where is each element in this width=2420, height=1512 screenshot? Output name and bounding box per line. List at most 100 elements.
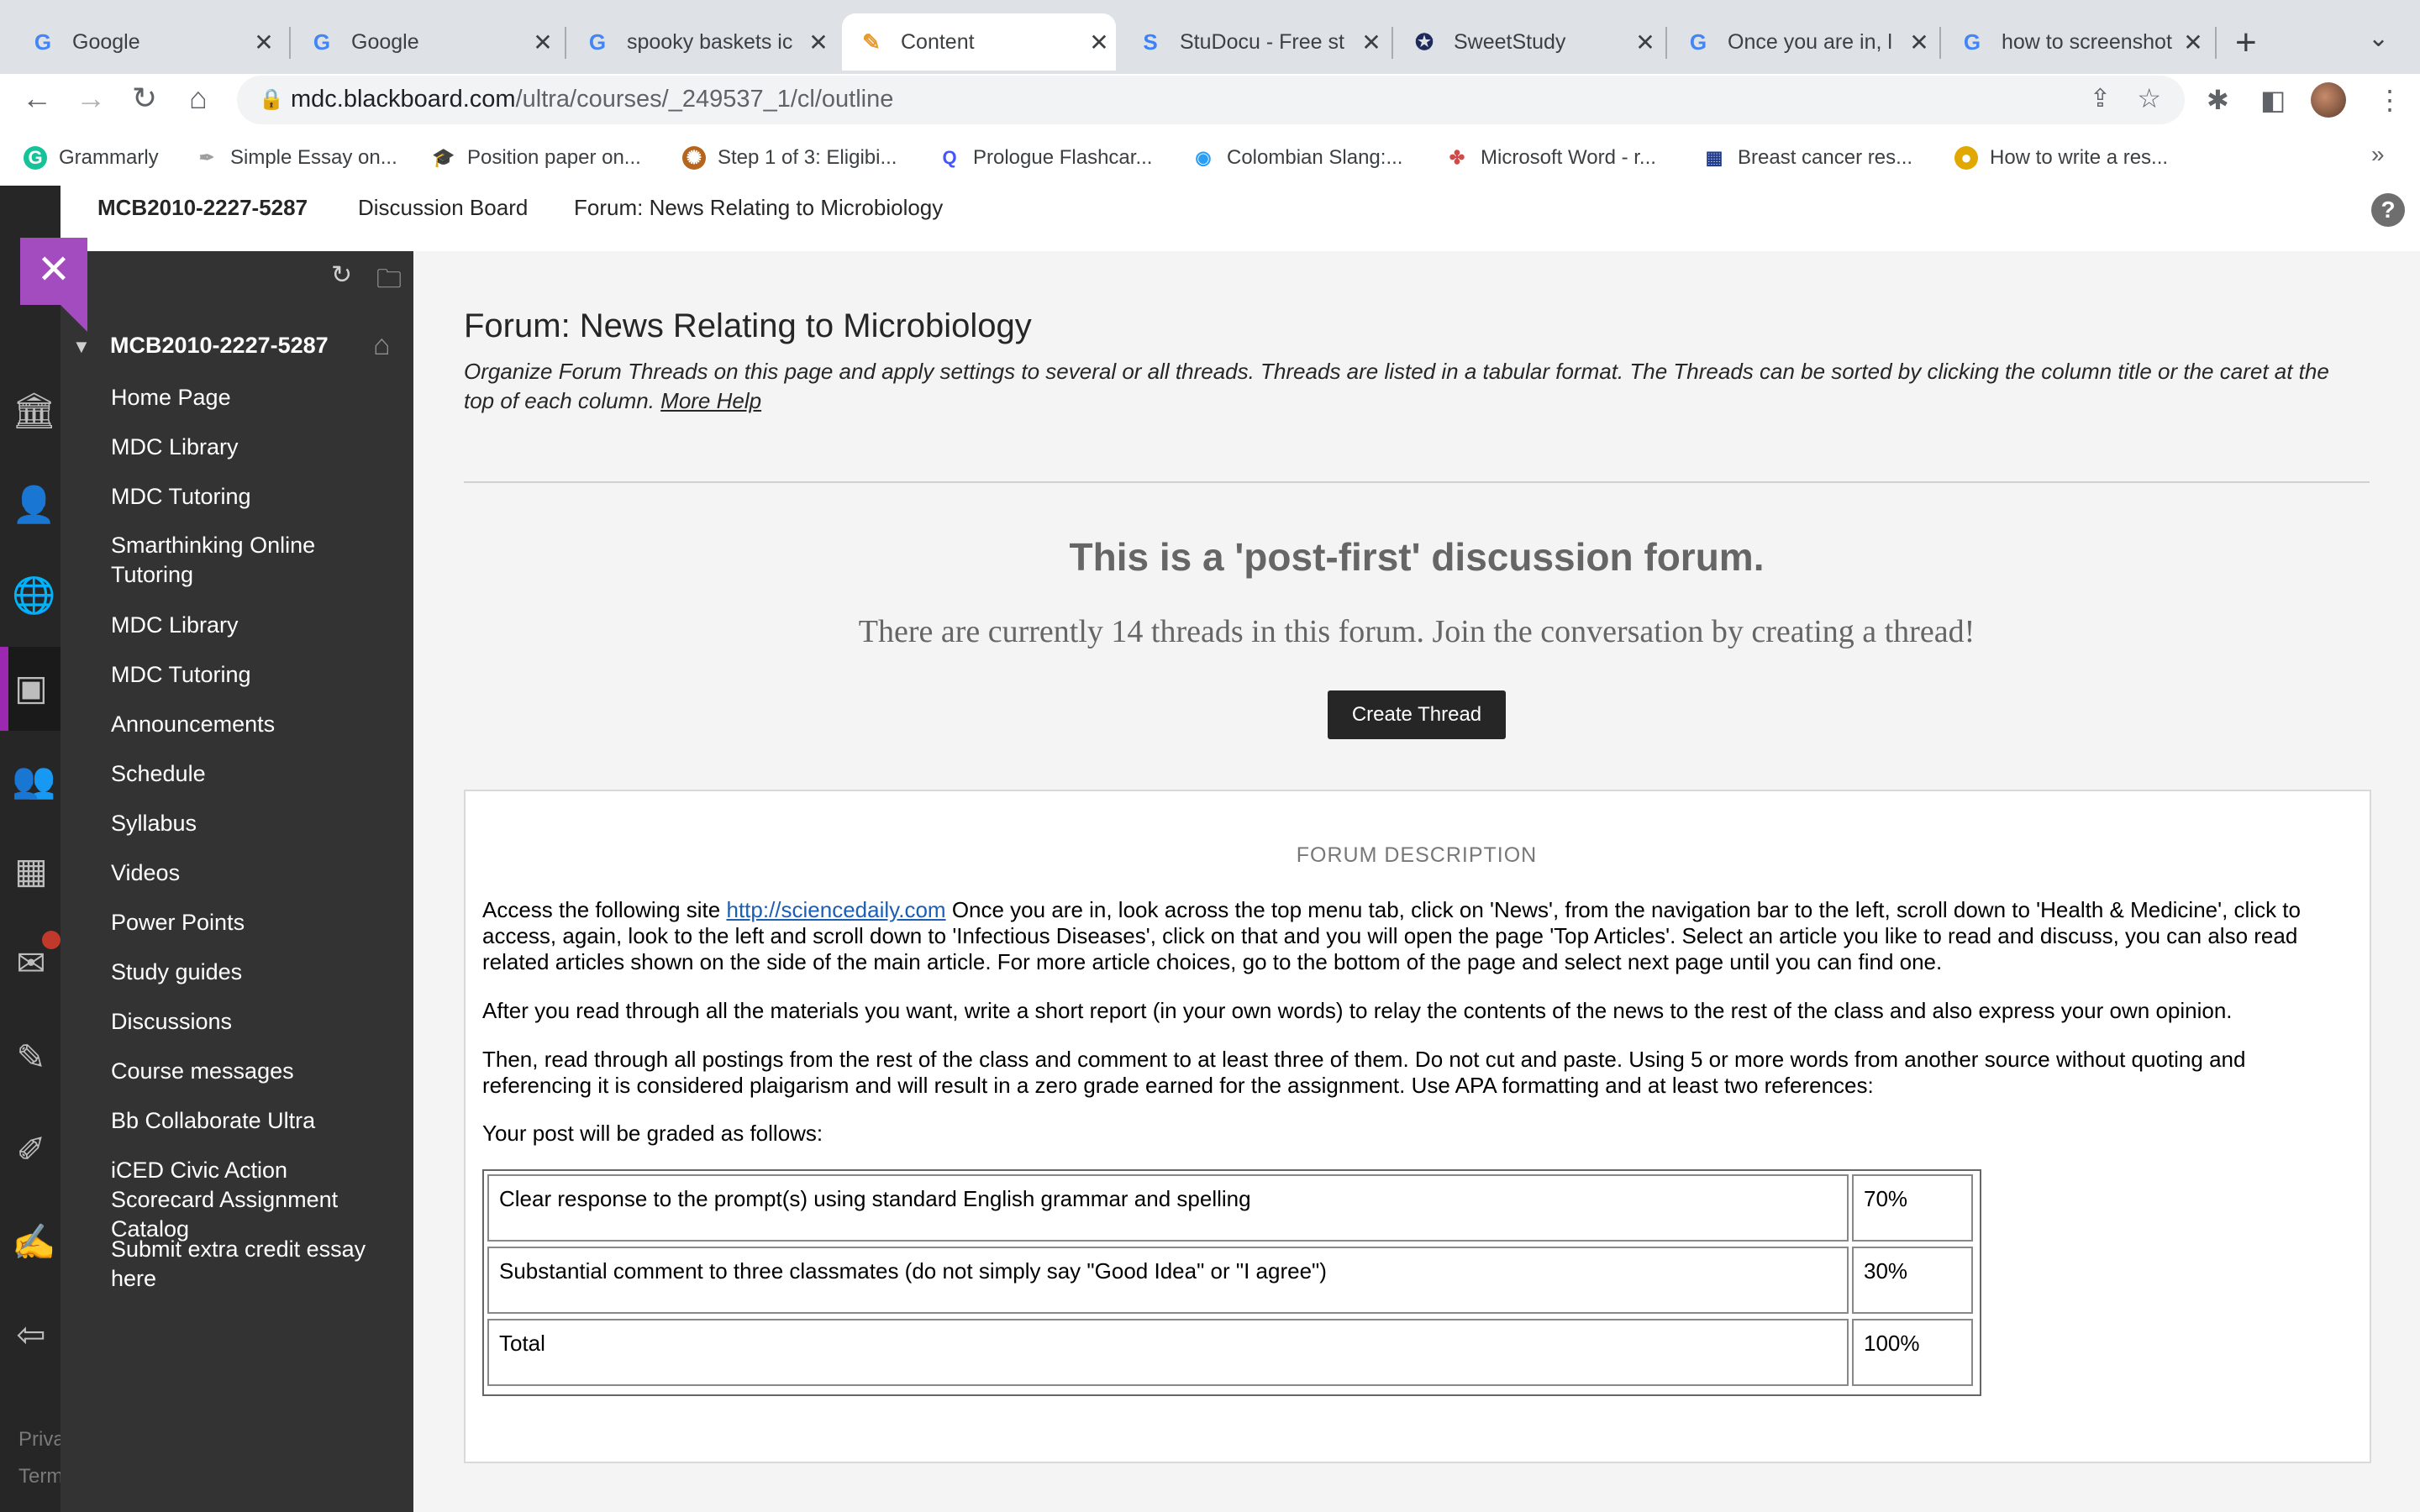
seal-icon: ✺: [682, 146, 706, 170]
tools-icon[interactable]: ✐: [12, 1131, 50, 1169]
table-cell: 70%: [1852, 1174, 1973, 1242]
google-icon: G: [34, 29, 52, 55]
sign-out-icon[interactable]: ⇦: [12, 1315, 50, 1354]
browser-tab[interactable]: ✪ SweetStudy ✕: [1395, 13, 1662, 71]
new-tab-icon[interactable]: +: [2235, 22, 2257, 64]
google-icon: G: [313, 29, 331, 55]
browser-tab[interactable]: S StuDocu - Free st ✕: [1121, 13, 1388, 71]
browser-tab[interactable]: G Once you are in, l ✕: [1669, 13, 1936, 71]
courses-icon[interactable]: ▣: [12, 669, 50, 707]
browser-tab[interactable]: G how to screenshot ✕: [1943, 13, 2210, 71]
bookmark-item[interactable]: G Grammarly: [24, 143, 159, 173]
profile-avatar[interactable]: [2311, 82, 2346, 118]
tab-separator: [565, 27, 566, 59]
edit-icon[interactable]: ✍: [12, 1223, 55, 1262]
menu-item-syllabus[interactable]: Syllabus: [111, 809, 397, 838]
close-tab-icon[interactable]: ✕: [802, 29, 835, 56]
quizlet-icon: Q: [942, 147, 957, 168]
organizations-icon[interactable]: 👥: [12, 761, 55, 800]
bookmarks-overflow[interactable]: »: [2371, 141, 2385, 168]
menu-item-iced-civic[interactable]: iCED Civic Action Scorecard Assignment C…: [111, 1156, 397, 1244]
breadcrumb-discussion-board[interactable]: Discussion Board: [358, 195, 528, 221]
menu-item-discussions[interactable]: Discussions: [111, 1007, 397, 1037]
browser-tab[interactable]: G spooky baskets ic ✕: [568, 13, 835, 71]
menu-item-bb-collaborate[interactable]: Bb Collaborate Ultra: [111, 1106, 397, 1136]
page-title: Forum: News Relating to Microbiology: [464, 307, 1032, 344]
create-thread-button[interactable]: Create Thread: [1328, 690, 1506, 739]
bookmark-item[interactable]: ▦ Breast cancer res...: [1702, 143, 1912, 173]
bookmark-label: Position paper on...: [467, 146, 641, 169]
close-tab-icon[interactable]: ✕: [2176, 29, 2210, 56]
star-icon[interactable]: ☆: [2137, 82, 2161, 114]
menu-item-smarthinking[interactable]: Smarthinking Online Tutoring: [111, 531, 397, 590]
grades-icon[interactable]: ✎: [12, 1038, 50, 1077]
privacy-link[interactable]: Priva: [18, 1428, 65, 1452]
share-icon[interactable]: ⇪: [2090, 84, 2111, 113]
bookmark-item[interactable]: ✒ Simple Essay on...: [195, 143, 397, 173]
messages-badge: [42, 931, 60, 949]
grammarly-icon: G: [24, 146, 47, 170]
help-icon[interactable]: ?: [2371, 193, 2405, 227]
paragraph-text: Access the following site: [482, 897, 721, 922]
close-tab-icon[interactable]: ✕: [1082, 29, 1116, 56]
bookmark-item[interactable]: ◉ Colombian Slang:...: [1192, 143, 1402, 173]
url-text: mdc.blackboard.com/ultra/courses/_249537…: [291, 86, 893, 113]
reload-icon[interactable]: ↻: [124, 81, 165, 116]
bookmark-item[interactable]: 🎓 Position paper on...: [432, 143, 641, 173]
forward-arrow-icon[interactable]: →: [71, 81, 111, 116]
close-tab-icon[interactable]: ✕: [247, 29, 281, 56]
menu-item-course-messages[interactable]: Course messages: [111, 1057, 397, 1086]
browser-tab-active[interactable]: ✎ Content ✕: [842, 13, 1116, 71]
close-tab-icon[interactable]: ✕: [1355, 29, 1388, 56]
menu-item-power-points[interactable]: Power Points: [111, 908, 397, 937]
close-tab-icon[interactable]: ✕: [1902, 29, 1936, 56]
sciencedaily-link[interactable]: http://sciencedaily.com: [726, 897, 945, 922]
more-help-link[interactable]: More Help: [660, 388, 761, 413]
close-icon[interactable]: ✕: [20, 238, 87, 305]
institution-icon[interactable]: 🏛: [12, 391, 56, 430]
bookmark-item[interactable]: ● How to write a res...: [1954, 143, 2168, 173]
description-paragraph: Your post will be graded as follows:: [482, 1121, 823, 1146]
menu-item-mdc-tutoring[interactable]: MDC Tutoring: [111, 482, 397, 512]
bookmark-item[interactable]: ✤ Microsoft Word - r...: [1445, 143, 1656, 173]
terms-link[interactable]: Term: [18, 1465, 63, 1488]
messages-icon[interactable]: ✉: [12, 944, 50, 983]
table-cell: Clear response to the prompt(s) using st…: [487, 1174, 1849, 1242]
calendar-icon[interactable]: ▦: [12, 852, 50, 890]
description-paragraph: Then, read through all postings from the…: [482, 1047, 2246, 1098]
menu-item-home-page[interactable]: Home Page: [111, 383, 397, 412]
tab-title: Google: [72, 29, 140, 54]
url-host: mdc.blackboard.com: [291, 86, 516, 113]
menu-item-study-guides[interactable]: Study guides: [111, 958, 397, 987]
menu-item-mdc-library[interactable]: MDC Library: [111, 611, 397, 640]
bookmark-item[interactable]: ✺ Step 1 of 3: Eligibi...: [682, 143, 897, 173]
home-icon[interactable]: ⌂: [373, 329, 391, 362]
course-menu-title[interactable]: MCB2010-2227-5287: [110, 333, 329, 359]
profile-icon[interactable]: 👤: [12, 486, 55, 524]
folder-icon[interactable]: 🗀: [376, 260, 402, 303]
menu-item-mdc-library[interactable]: MDC Library: [111, 433, 397, 462]
browser-tab[interactable]: G Google ✕: [13, 13, 281, 71]
extensions-icon[interactable]: ✱: [2207, 84, 2229, 116]
bookmark-item[interactable]: Q Prologue Flashcar...: [938, 143, 1152, 173]
refresh-icon[interactable]: ↻: [331, 260, 352, 290]
address-bar[interactable]: 🔒 mdc.blackboard.com/ultra/courses/_2495…: [237, 76, 2185, 124]
home-icon[interactable]: ⌂: [178, 81, 218, 116]
menu-item-mdc-tutoring[interactable]: MDC Tutoring: [111, 660, 397, 690]
chevron-down-icon[interactable]: ⌄: [2368, 24, 2389, 53]
back-arrow-icon[interactable]: ←: [17, 81, 57, 116]
browser-tab[interactable]: G Google ✕: [292, 13, 560, 71]
menu-item-videos[interactable]: Videos: [111, 858, 397, 888]
browser-menu-icon[interactable]: ⋮: [2376, 84, 2403, 116]
close-tab-icon[interactable]: ✕: [1628, 29, 1662, 56]
caret-down-icon[interactable]: ▼: [72, 336, 91, 358]
globe-icon[interactable]: 🌐: [12, 576, 55, 615]
menu-item-announcements[interactable]: Announcements: [111, 710, 397, 739]
side-panel-icon[interactable]: ◧: [2260, 84, 2286, 116]
menu-item-schedule[interactable]: Schedule: [111, 759, 397, 789]
close-tab-icon[interactable]: ✕: [526, 29, 560, 56]
breadcrumb-course[interactable]: MCB2010-2227-5287: [97, 195, 308, 221]
breadcrumb-forum[interactable]: Forum: News Relating to Microbiology: [574, 195, 943, 221]
tab-title: Google: [351, 29, 419, 54]
menu-item-extra-credit[interactable]: Submit extra credit essay here: [111, 1235, 397, 1294]
